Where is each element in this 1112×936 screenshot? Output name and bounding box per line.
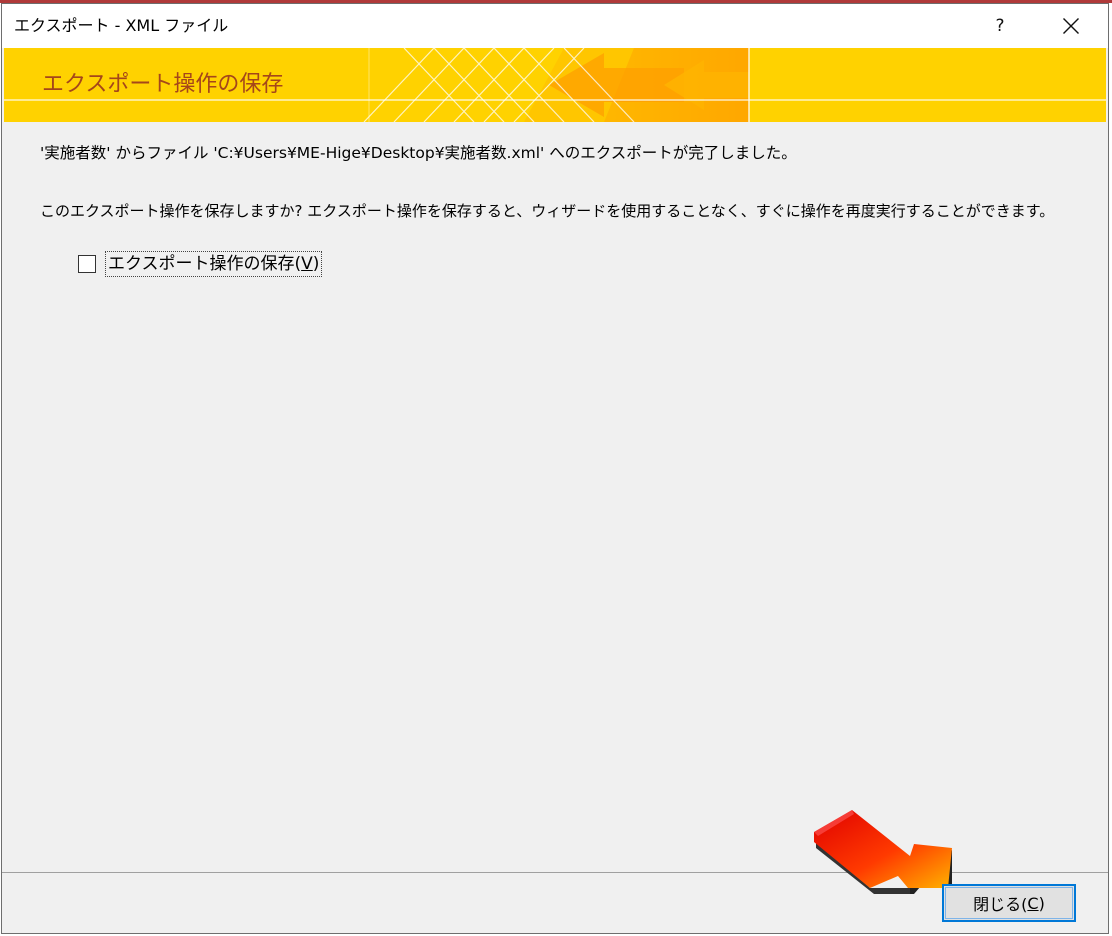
save-export-option[interactable]: エクスポート操作の保存(V) xyxy=(78,251,323,277)
close-button[interactable]: 閉じる(C) xyxy=(942,884,1076,922)
help-button[interactable]: ? xyxy=(977,4,1023,48)
save-export-checkbox-label[interactable]: エクスポート操作の保存(V) xyxy=(105,251,323,277)
close-label-prefix: 閉じる( xyxy=(973,895,1028,914)
wizard-header-banner: エクスポート操作の保存 xyxy=(4,48,1106,122)
title-bar[interactable]: エクスポート - XML ファイル ? xyxy=(2,4,1108,48)
dialog-content: '実施者数' からファイル 'C:¥Users¥ME-Hige¥Desktop¥… xyxy=(2,122,1108,872)
close-label-suffix: ) xyxy=(1038,893,1045,913)
save-label-prefix: エクスポート操作の保存( xyxy=(108,254,302,274)
help-icon: ? xyxy=(995,16,1005,36)
export-dialog: エクスポート - XML ファイル ? エクスポート操作の保存 '実施者数' か… xyxy=(1,3,1109,934)
close-label-mnemonic: C xyxy=(1027,893,1039,913)
close-window-button[interactable] xyxy=(1048,4,1094,48)
pointer-arrow-annotation xyxy=(814,810,952,894)
window-title: エクスポート - XML ファイル xyxy=(14,16,229,35)
save-label-mnemonic: V xyxy=(301,254,313,274)
save-export-checkbox[interactable] xyxy=(78,255,96,273)
close-icon xyxy=(1063,18,1079,34)
export-result-message: '実施者数' からファイル 'C:¥Users¥ME-Hige¥Desktop¥… xyxy=(40,144,797,162)
save-label-suffix: ) xyxy=(312,254,320,274)
save-question-text: このエクスポート操作を保存しますか? エクスポート操作を保存すると、ウィザードを… xyxy=(40,202,1055,220)
banner-title: エクスポート操作の保存 xyxy=(42,72,284,97)
